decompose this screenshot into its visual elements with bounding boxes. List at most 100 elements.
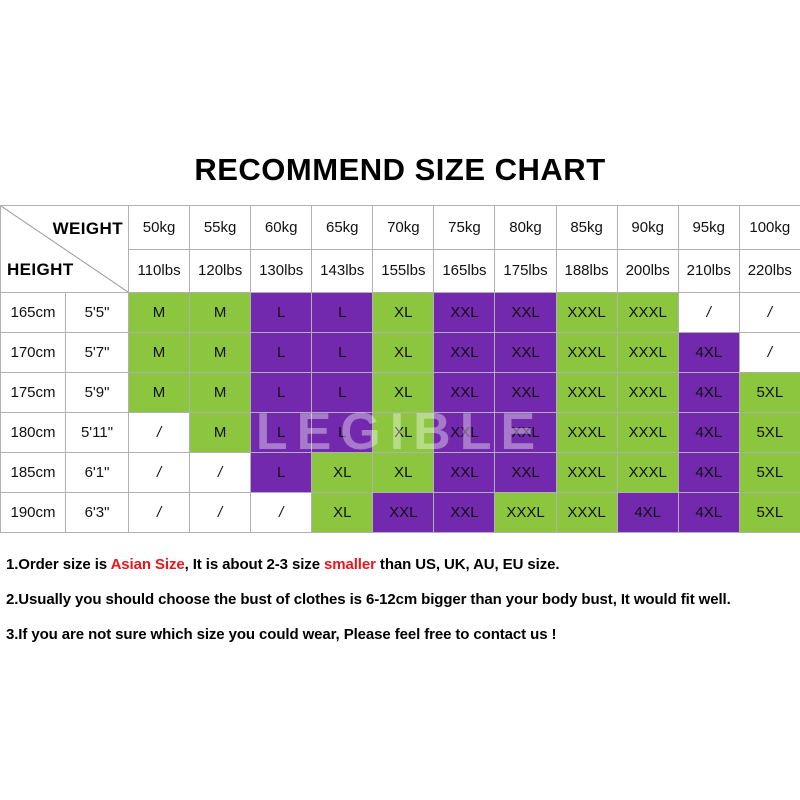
height-cm-header-0: 165cm	[0, 292, 66, 333]
size-cell: XXXL	[555, 332, 618, 373]
size-cell: /	[127, 452, 191, 493]
size-cell: /	[738, 292, 800, 333]
size-cell: 5XL	[738, 372, 800, 413]
weight-lbs-header-10: 220lbs	[738, 248, 800, 293]
height-ft-header-1: 5'7"	[65, 332, 129, 373]
size-cell: L	[250, 292, 313, 333]
note-highlight-text: Asian Size	[110, 556, 185, 573]
note-text: 3.If you are not sure which size you cou…	[6, 626, 557, 643]
size-cell: XXL	[433, 292, 496, 333]
size-cell: XL	[372, 332, 435, 373]
size-cell: XXL	[494, 452, 557, 493]
size-cell: 4XL	[616, 492, 679, 533]
size-cell: XXL	[433, 412, 496, 453]
height-ft-header-2: 5'9"	[65, 372, 129, 413]
size-cell: XXXL	[616, 292, 679, 333]
size-cell: 5XL	[738, 492, 800, 533]
size-cell: XXL	[433, 372, 496, 413]
size-cell: XXL	[433, 332, 496, 373]
weight-kg-header-9: 95kg	[677, 205, 740, 250]
size-cell: XL	[311, 492, 374, 533]
size-chart-table: WEIGHT HEIGHT 50kg 55kg 60kg 65kg 70kg 75kg 80kg…	[0, 205, 800, 533]
size-cell: /	[738, 332, 800, 373]
corner-weight-label: WEIGHT	[52, 219, 123, 238]
weight-kg-header-0: 50kg	[127, 205, 191, 250]
size-cell: 5XL	[738, 452, 800, 493]
weight-lbs-header-0: 110lbs	[127, 248, 191, 293]
height-ft-header-4: 6'1"	[65, 452, 129, 493]
weight-kg-header-2: 60kg	[250, 205, 313, 250]
weight-lbs-header-3: 143lbs	[311, 248, 374, 293]
size-cell: /	[189, 452, 252, 493]
size-cell: /	[189, 492, 252, 533]
size-cell: /	[127, 492, 191, 533]
size-cell: /	[250, 492, 313, 533]
corner-height-label: HEIGHT	[7, 260, 74, 279]
size-cell: M	[127, 332, 191, 373]
size-cell: XXXL	[616, 412, 679, 453]
weight-kg-header-4: 70kg	[372, 205, 435, 250]
table-row: 190cm 6'3" / / / XL XXL XXL XXXL XXXL 4XL 4XL 5XL	[0, 492, 800, 533]
size-cell: XXL	[372, 492, 435, 533]
notes-list: 1.Order size is Asian Size, It is about …	[6, 556, 796, 661]
header-row-weight-kg: WEIGHT HEIGHT 50kg 55kg 60kg 65kg 70kg 75kg 80kg…	[0, 205, 800, 293]
size-cell: L	[250, 452, 313, 493]
weight-kg-header-10: 100kg	[738, 205, 800, 250]
size-cell: L	[250, 412, 313, 453]
size-chart-page: RECOMMEND SIZE CHART WEIGHT HEIGHT 50kg 55k…	[0, 0, 800, 800]
height-ft-header-3: 5'11"	[65, 412, 129, 453]
size-cell: XXXL	[616, 452, 679, 493]
size-cell: XXL	[433, 492, 496, 533]
size-cell: M	[189, 332, 252, 373]
size-cell: L	[311, 292, 374, 333]
table-row: 185cm 6'1" / / L XL XL XXL XXL XXXL XXXL 4XL 5XL	[0, 452, 800, 493]
weight-kg-header-3: 65kg	[311, 205, 374, 250]
size-cell: M	[127, 372, 191, 413]
weight-kg-header-8: 90kg	[616, 205, 679, 250]
table-row: 165cm 5'5" M M L L XL XXL XXL XXXL XXXL / /	[0, 292, 800, 333]
size-cell: XL	[372, 372, 435, 413]
size-cell: M	[127, 292, 191, 333]
size-cell: L	[311, 372, 374, 413]
size-cell: XL	[372, 292, 435, 333]
weight-lbs-header-7: 188lbs	[555, 248, 618, 293]
note-highlight-text: smaller	[324, 556, 376, 573]
size-cell: XXXL	[494, 492, 557, 533]
note-3: 3.If you are not sure which size you cou…	[6, 626, 796, 643]
size-cell: L	[250, 372, 313, 413]
size-cell: XXL	[494, 412, 557, 453]
weight-lbs-header-8: 200lbs	[616, 248, 679, 293]
size-cell: /	[127, 412, 191, 453]
weight-kg-header-7: 85kg	[555, 205, 618, 250]
note-text: than US, UK, AU, EU size.	[375, 556, 560, 573]
weight-lbs-header-5: 165lbs	[433, 248, 496, 293]
size-cell: L	[311, 332, 374, 373]
size-cell: XXXL	[555, 372, 618, 413]
table-row: 175cm 5'9" M M L L XL XXL XXL XXXL XXXL 4XL 5XL	[0, 372, 800, 413]
size-cell: XXXL	[616, 372, 679, 413]
size-cell: 4XL	[677, 332, 740, 373]
size-cell: M	[189, 412, 252, 453]
page-title: RECOMMEND SIZE CHART	[194, 152, 606, 187]
note-text: 1.Order size is	[6, 556, 111, 573]
weight-kg-header-1: 55kg	[189, 205, 252, 250]
height-cm-header-2: 175cm	[0, 372, 66, 413]
height-cm-header-5: 190cm	[0, 492, 66, 533]
note-text: , It is about 2-3 size	[184, 556, 325, 573]
height-cm-header-4: 185cm	[0, 452, 66, 493]
size-cell: XXXL	[616, 332, 679, 373]
weight-lbs-header-4: 155lbs	[372, 248, 435, 293]
size-cell: L	[311, 412, 374, 453]
height-ft-header-5: 6'3"	[65, 492, 129, 533]
size-cell: XL	[372, 412, 435, 453]
note-1: 1.Order size is Asian Size, It is about …	[6, 556, 796, 573]
size-cell: 4XL	[677, 372, 740, 413]
size-cell: XL	[311, 452, 374, 493]
size-cell: XXXL	[555, 452, 618, 493]
weight-lbs-header-1: 120lbs	[189, 248, 252, 293]
note-2: 2.Usually you should choose the bust of …	[6, 591, 796, 608]
size-cell: XXL	[494, 292, 557, 333]
size-cell: XXXL	[555, 412, 618, 453]
size-cell: XXL	[433, 452, 496, 493]
weight-lbs-header-6: 175lbs	[494, 248, 557, 293]
